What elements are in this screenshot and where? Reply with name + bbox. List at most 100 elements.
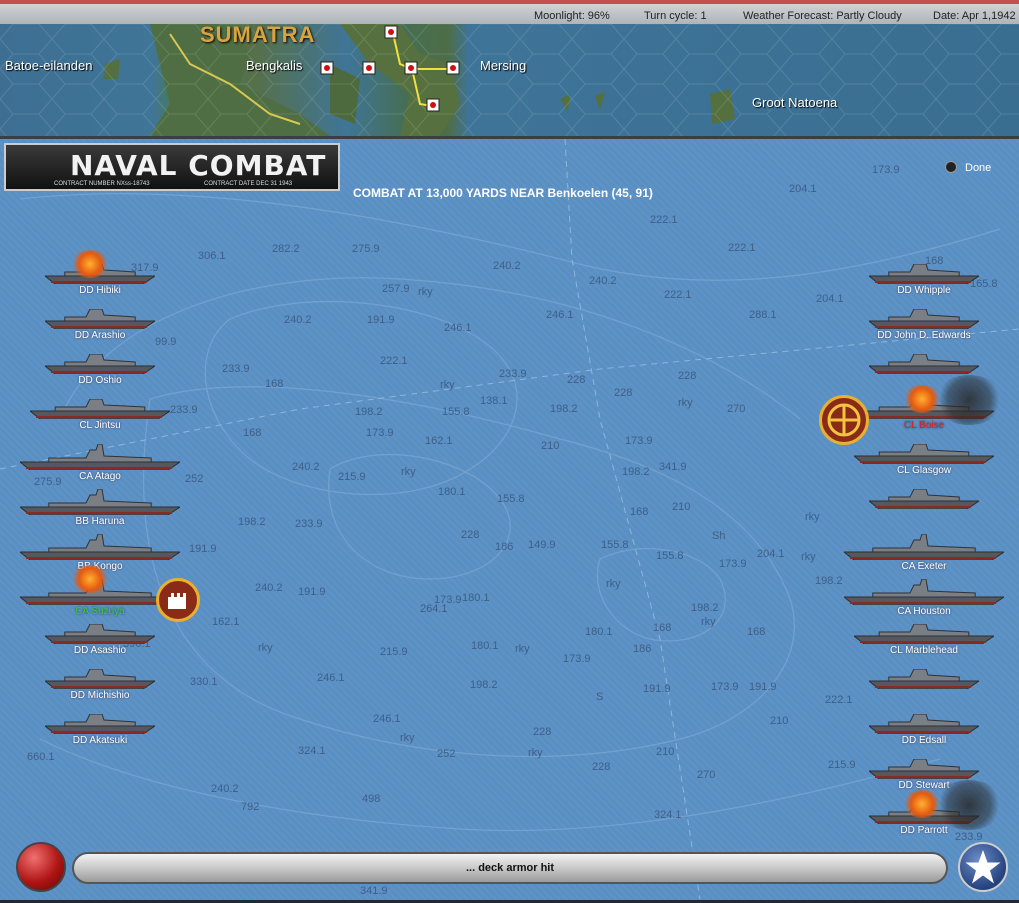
ship-name-label: CA Atago <box>79 471 121 482</box>
map-terrain <box>0 24 1019 136</box>
allied-ship[interactable]: CA Houston <box>844 579 1004 617</box>
japanese-ship[interactable]: DD Asashio <box>20 624 180 656</box>
allied-ship[interactable]: DD Whipple <box>844 264 1004 296</box>
depth-sounding: 324.1 <box>298 745 326 757</box>
japanese-ship[interactable]: BB Haruna <box>20 489 180 527</box>
weather-status: Weather Forecast: Partly Cloudy <box>743 10 902 22</box>
depth-sounding: 215.9 <box>338 471 366 483</box>
depth-sounding: 173.9 <box>625 435 653 447</box>
warship-icon <box>45 669 155 689</box>
warship-icon <box>854 444 994 464</box>
depth-sounding: 228 <box>533 726 552 738</box>
depth-sounding: 288.1 <box>749 309 777 321</box>
depth-sounding: 198.2 <box>622 466 650 478</box>
ship-name-label: DD Akatsuki <box>72 735 128 746</box>
japanese-ship[interactable]: CA Atago <box>20 444 180 482</box>
depth-sounding: 246.1 <box>373 713 401 725</box>
combat-headline: COMBAT AT 13,000 YARDS NEAR Benkoelen (4… <box>353 186 653 200</box>
depth-sounding: 240.2 <box>292 461 320 473</box>
ship-name-label: DD Edsall <box>901 735 947 746</box>
factory-icon[interactable] <box>156 578 200 622</box>
depth-sounding: 191.9 <box>367 314 395 326</box>
depth-sounding: 341.9 <box>360 885 388 897</box>
depth-sounding: 162.1 <box>212 616 240 628</box>
depth-sounding: 204.1 <box>757 548 785 560</box>
japanese-ship[interactable]: DD Akatsuki <box>20 714 180 746</box>
depth-sounding: S <box>596 691 604 703</box>
allied-ship[interactable]: CL Marblehead <box>844 624 1004 656</box>
allied-star-button[interactable] <box>958 842 1008 892</box>
ship-name-label: CA Exeter <box>901 561 947 572</box>
warship-icon <box>844 534 1004 560</box>
japanese-ship[interactable]: DD Arashio <box>20 309 180 341</box>
depth-sounding: 228 <box>592 761 611 773</box>
depth-sounding: 173.9 <box>872 164 900 176</box>
depth-sounding: 210 <box>672 501 691 513</box>
warship-icon <box>869 714 979 734</box>
fire-icon <box>70 565 110 593</box>
depth-sounding: rky <box>258 642 273 654</box>
warship-icon <box>20 489 180 515</box>
red-action-button[interactable] <box>16 842 66 892</box>
depth-sounding: 155.8 <box>656 550 684 562</box>
strategic-map-strip[interactable]: SUMATRA Batoe-eilanden Bengkalis Mersing… <box>0 24 1019 136</box>
depth-sounding: 222.1 <box>664 289 692 301</box>
depth-sounding: 222.1 <box>650 214 678 226</box>
depth-sounding: 138.1 <box>480 395 508 407</box>
warship-icon <box>869 489 979 509</box>
date-status: Date: Apr 1,1942 <box>933 10 1016 22</box>
depth-sounding: 204.1 <box>816 293 844 305</box>
naval-combat-title-plate: NAVAL COMBAT CONTRACT NUMBER NXss-18743 … <box>4 143 340 191</box>
japanese-ship[interactable]: DD Oshio <box>20 354 180 386</box>
depth-sounding: 210 <box>541 440 560 452</box>
japanese-ship[interactable]: CL Jintsu <box>20 399 180 431</box>
depth-sounding: 155.8 <box>497 493 525 505</box>
map-place-label: Batoe-eilanden <box>5 58 93 73</box>
battle-log-message: ... deck armor hit <box>465 862 555 874</box>
allied-ship[interactable] <box>844 489 1004 510</box>
warship-icon <box>30 399 170 419</box>
warship-icon <box>844 579 1004 605</box>
depth-sounding: 162.1 <box>425 435 453 447</box>
depth-sounding: 149.9 <box>528 539 556 551</box>
warship-icon <box>869 264 979 284</box>
depth-sounding: 168 <box>747 626 766 638</box>
fire-icon <box>902 790 942 818</box>
depth-sounding: 233.9 <box>222 363 250 375</box>
depth-sounding: 222.1 <box>380 355 408 367</box>
map-region-label: SUMATRA <box>200 24 316 47</box>
depth-sounding: rky <box>400 732 415 744</box>
ship-name-label: DD Michishio <box>70 690 130 701</box>
warship-icon <box>869 669 979 689</box>
japanese-ship[interactable]: DD Michishio <box>20 669 180 701</box>
ship-name-label: CL Glasgow <box>896 465 952 476</box>
depth-sounding: 198.2 <box>470 679 498 691</box>
crosshair-icon[interactable] <box>819 395 869 445</box>
ship-name-label: DD Hibiki <box>79 285 121 296</box>
allied-ship[interactable]: CL Glasgow <box>844 444 1004 476</box>
depth-sounding: 180.1 <box>471 640 499 652</box>
allied-ship[interactable]: DD John D. Edwards <box>844 309 1004 341</box>
depth-sounding: 198.2 <box>550 403 578 415</box>
allied-ship[interactable]: CA Exeter <box>844 534 1004 572</box>
depth-sounding: 191.9 <box>643 683 671 695</box>
depth-sounding: 168 <box>653 622 672 634</box>
depth-sounding: rky <box>801 551 816 563</box>
depth-sounding: 498 <box>362 793 381 805</box>
allied-ship[interactable]: DD Parrott <box>844 780 1004 836</box>
depth-sounding: 246.1 <box>317 672 345 684</box>
status-bar: Moonlight: 96% Turn cycle: 1 Weather For… <box>0 0 1019 24</box>
depth-sounding: 240.2 <box>255 582 283 594</box>
allied-ship[interactable] <box>844 354 1004 375</box>
allied-ship[interactable] <box>844 669 1004 690</box>
map-place-label: Groot Natoena <box>752 95 838 110</box>
allied-ship[interactable]: DD Edsall <box>844 714 1004 746</box>
done-label: Done <box>965 162 992 174</box>
ship-name-label: BB Haruna <box>75 516 125 527</box>
depth-sounding: 246.1 <box>546 309 574 321</box>
japanese-ship[interactable]: DD Hibiki <box>20 250 180 296</box>
factory-icon-glyph <box>168 593 186 609</box>
done-button[interactable]: Done <box>945 161 991 174</box>
depth-sounding: 341.9 <box>659 461 687 473</box>
crosshair-icon-glyph <box>827 403 861 437</box>
